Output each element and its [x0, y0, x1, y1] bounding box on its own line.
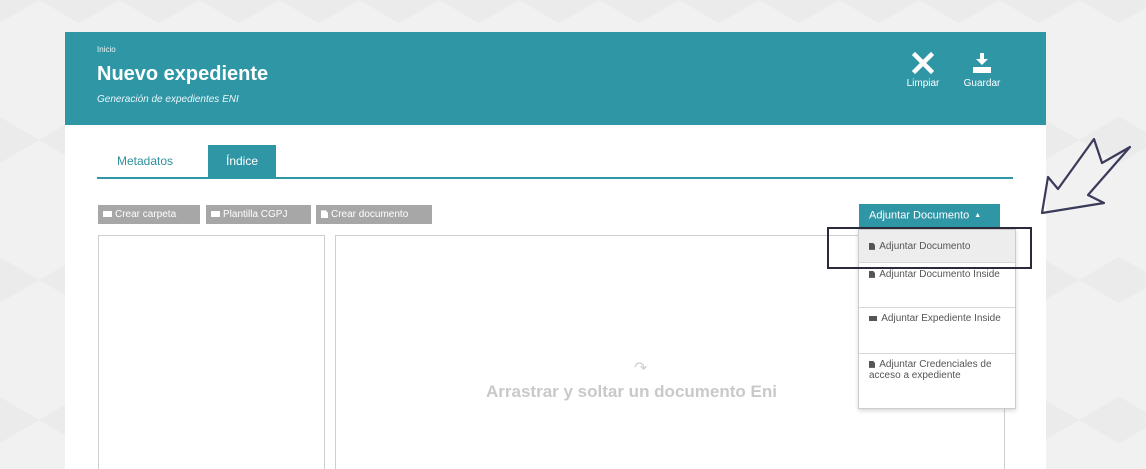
menu-item-label: Adjuntar Documento Inside: [879, 269, 1000, 280]
clear-button[interactable]: Limpiar: [903, 52, 943, 89]
caret-up-icon: ▲: [974, 212, 982, 219]
close-icon: [912, 52, 934, 74]
menu-item-attach-document-inside[interactable]: Adjuntar Documento Inside: [859, 264, 1015, 308]
template-label: Plantilla CGPJ: [223, 209, 288, 220]
breadcrumb[interactable]: Inicio: [97, 45, 116, 54]
document-icon: [869, 270, 875, 278]
tab-indice[interactable]: Índice: [208, 145, 277, 177]
tab-bar: Metadatos Índice: [97, 145, 1013, 179]
document-icon: [321, 210, 328, 219]
folder-icon: [211, 211, 220, 218]
folder-icon: [869, 315, 877, 321]
highlight-annotation-box: [827, 227, 1032, 269]
create-folder-button[interactable]: Crear carpeta: [98, 205, 200, 224]
attach-document-dropdown-button[interactable]: Adjuntar Documento ▲: [859, 204, 1000, 227]
redo-arrow-icon: ↷: [634, 360, 648, 377]
download-icon: [973, 53, 991, 73]
drop-zone-text: Arrastrar y soltar un documento Eni: [486, 382, 777, 401]
attach-button-label: Adjuntar Documento: [869, 209, 970, 222]
create-document-button[interactable]: Crear documento: [316, 205, 432, 224]
create-folder-label: Crear carpeta: [115, 209, 177, 220]
menu-item-label: Adjuntar Credenciales de acceso a expedi…: [869, 359, 992, 381]
menu-item-attach-expediente-inside[interactable]: Adjuntar Expediente Inside: [859, 308, 1015, 354]
pointer-arrow-annotation: [1040, 137, 1132, 215]
folder-icon: [103, 211, 112, 218]
save-button[interactable]: Guardar: [959, 52, 1005, 89]
menu-item-attach-credentials[interactable]: Adjuntar Credenciales de acceso a expedi…: [859, 354, 1015, 408]
save-button-label: Guardar: [963, 78, 1001, 89]
template-button[interactable]: Plantilla CGPJ: [206, 205, 311, 224]
page-subtitle: Generación de expedientes ENI: [97, 94, 239, 105]
document-icon: [869, 360, 875, 368]
page-header: Inicio Nuevo expediente Generación de ex…: [65, 32, 1046, 125]
page-title: Nuevo expediente: [97, 63, 269, 85]
clear-button-label: Limpiar: [906, 78, 940, 89]
create-document-label: Crear documento: [331, 209, 409, 220]
tab-metadatos[interactable]: Metadatos: [97, 145, 193, 177]
menu-item-label: Adjuntar Expediente Inside: [881, 313, 1001, 324]
index-tree-panel[interactable]: [98, 235, 325, 469]
